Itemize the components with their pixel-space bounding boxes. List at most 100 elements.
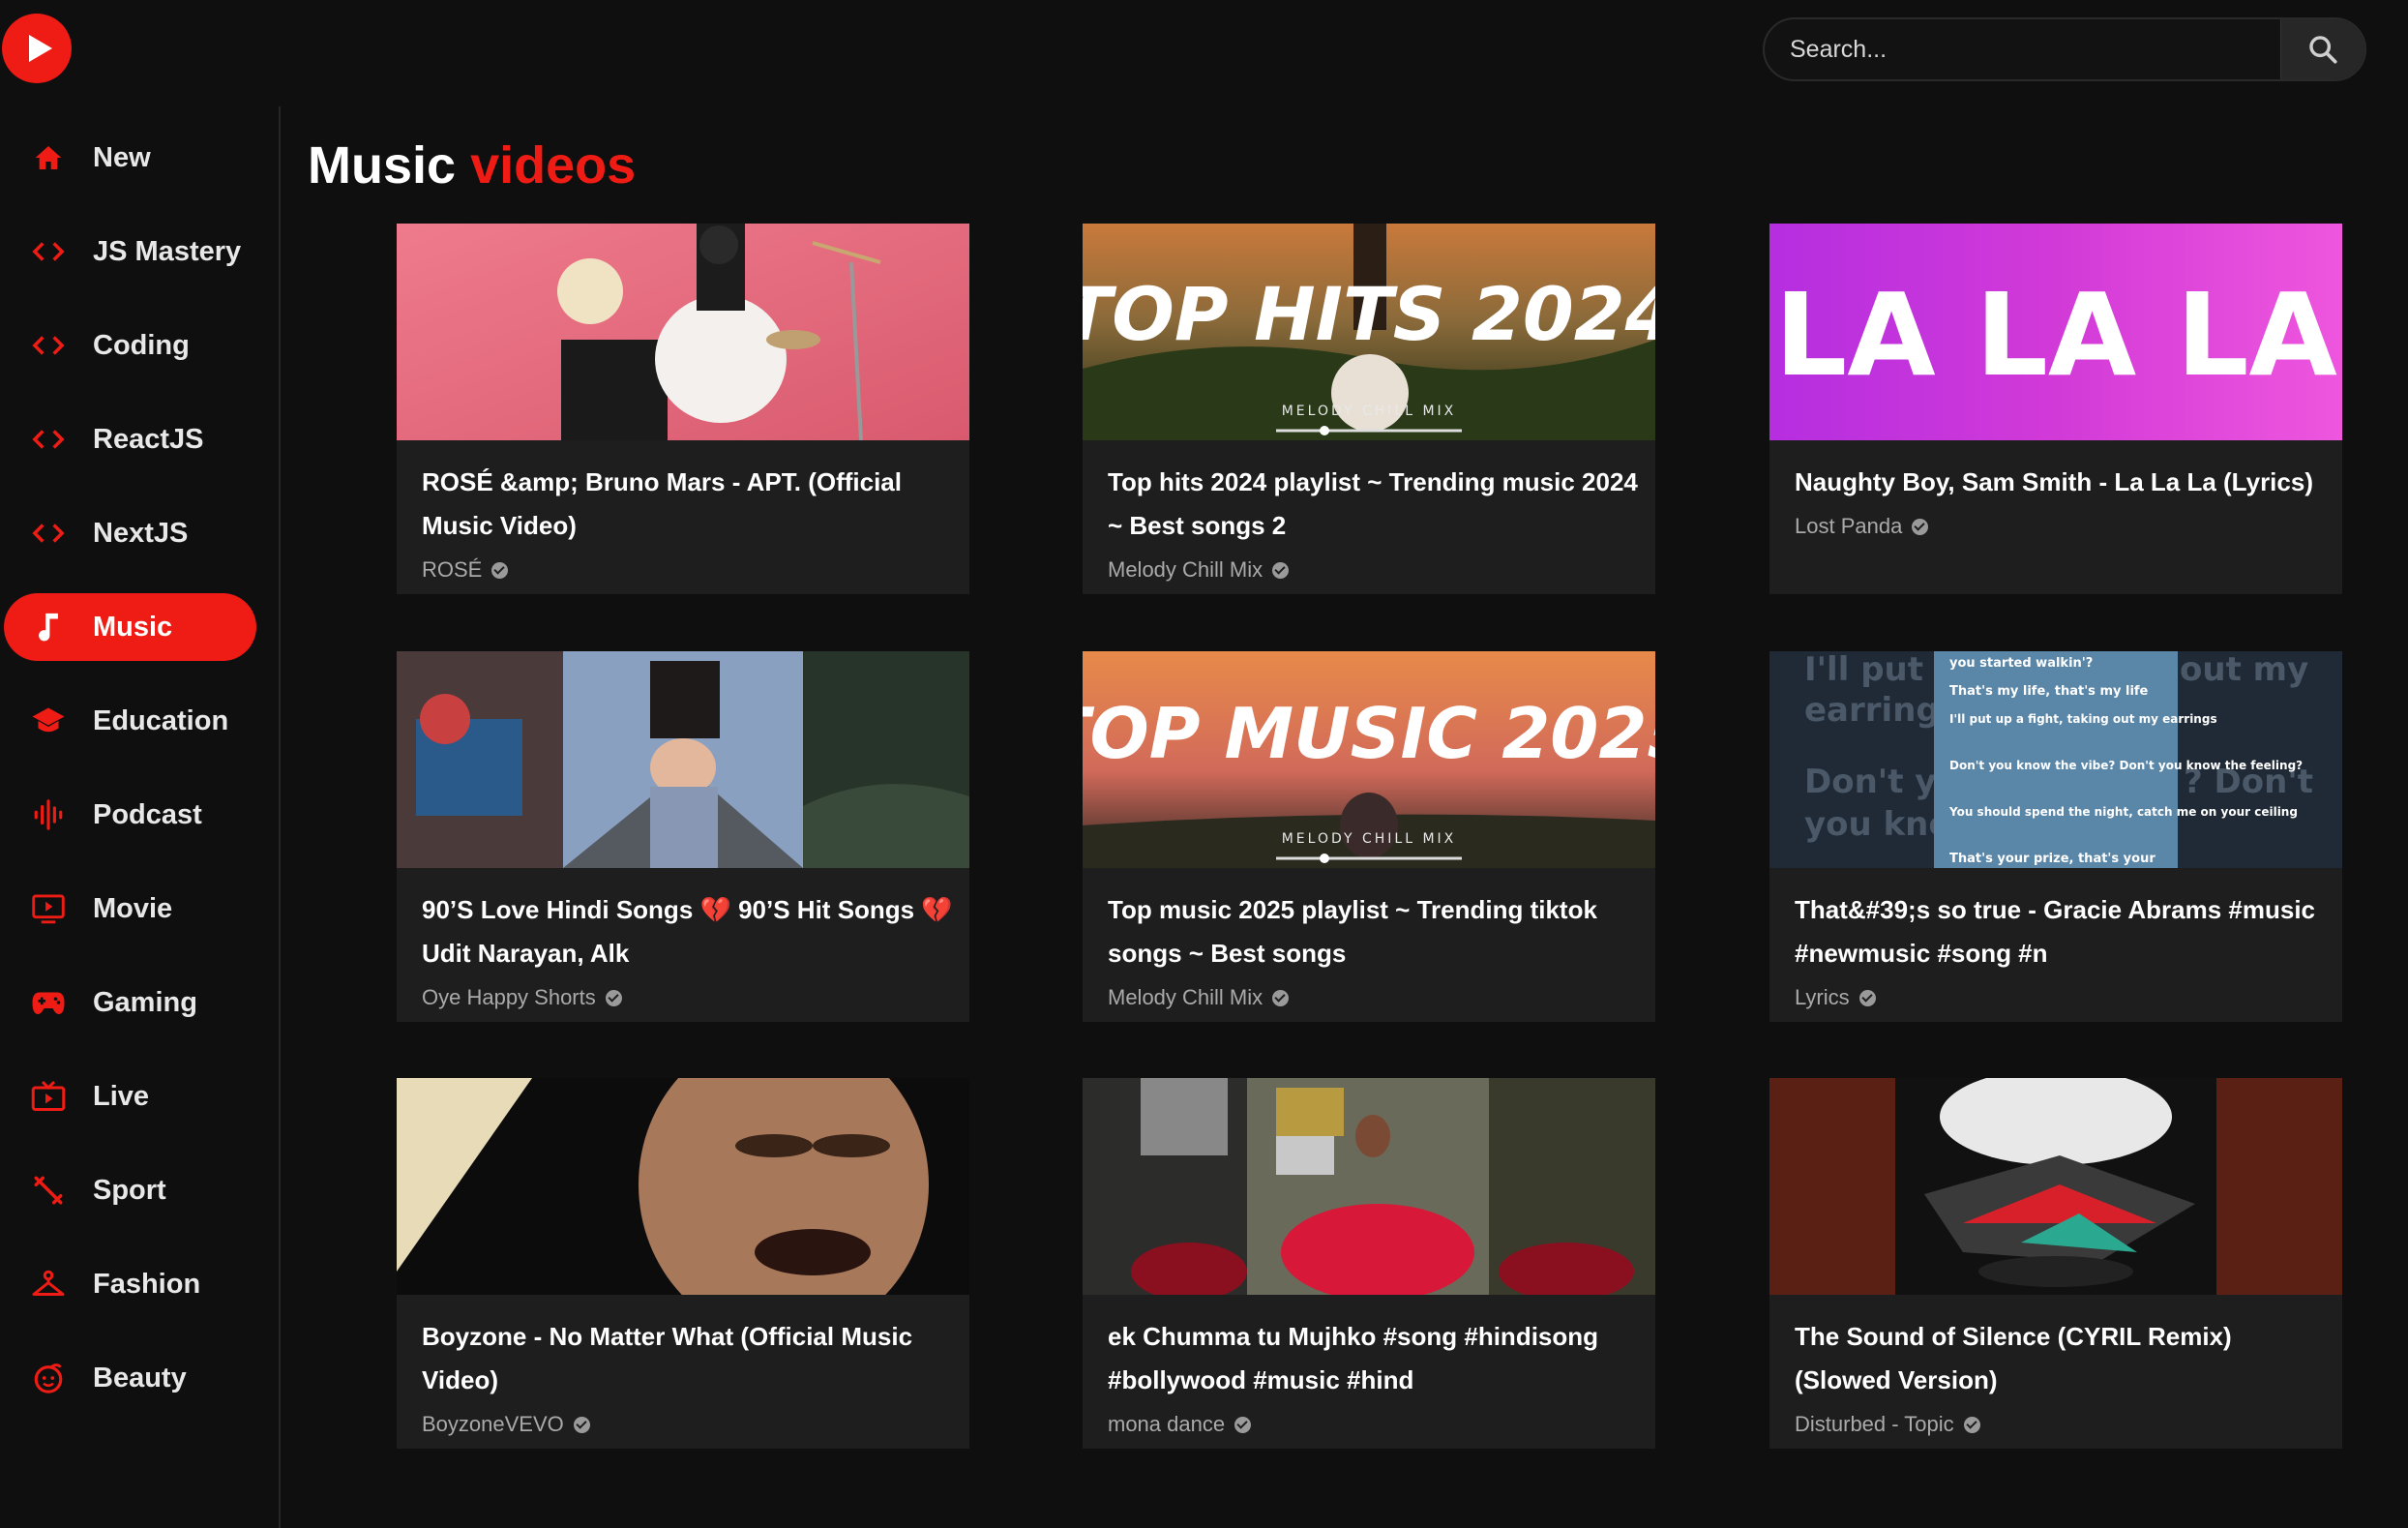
sidebar-item-label: NextJS [93, 517, 189, 549]
broken-heart-icon: 💔 [921, 895, 953, 924]
sidebar-item-movie[interactable]: Movie [4, 875, 256, 943]
sidebar-item-nextjs[interactable]: NextJS [4, 499, 256, 567]
channel-name: Lost Panda [1795, 514, 1903, 538]
thumbnail-bg-word: you kno [1804, 805, 1951, 844]
video-title[interactable]: That&#39;s so true - Gracie Abrams #musi… [1795, 888, 2333, 975]
video-channel[interactable]: Lyrics [1795, 985, 1876, 1010]
video-title[interactable]: Naughty Boy, Sam Smith - La La La (Lyric… [1795, 461, 2333, 504]
verified-check-icon [491, 561, 509, 579]
sidebar-item-education[interactable]: Education [4, 687, 256, 755]
video-channel[interactable]: Oye Happy Shorts [422, 985, 622, 1010]
sidebar-item-label: Movie [93, 892, 173, 924]
thumbnail-subtext: MELODY CHILL MIX [1282, 831, 1457, 847]
video-thumbnail[interactable]: I'll put up out my earrings Don't yo ? D… [1769, 651, 2342, 868]
channel-name: Melody Chill Mix [1108, 557, 1263, 582]
sidebar-item-label: Music [93, 611, 173, 643]
sidebar-item-js-mastery[interactable]: JS Mastery [4, 218, 256, 285]
sport-icon [29, 1171, 68, 1210]
video-channel[interactable]: Lost Panda [1795, 514, 1929, 539]
sidebar-item-fashion[interactable]: Fashion [4, 1250, 256, 1318]
sidebar-item-reactjs[interactable]: ReactJS [4, 405, 256, 473]
search-button[interactable] [2280, 19, 2364, 79]
verified-check-icon [1858, 989, 1876, 1006]
sidebar-item-sport[interactable]: Sport [4, 1156, 256, 1224]
youtube-play-logo-icon [2, 14, 72, 83]
video-card[interactable]: Boyzone - No Matter What (Official Music… [397, 1078, 969, 1449]
video-card[interactable]: LA LA LA Naughty Boy, Sam Smith - La La … [1769, 224, 2342, 594]
video-card[interactable]: TOP MUSIC 2025 MELODY CHILL MIX Top musi… [1083, 651, 1655, 1022]
video-channel[interactable]: Melody Chill Mix [1108, 985, 1290, 1010]
video-channel[interactable]: Disturbed - Topic [1795, 1412, 1980, 1437]
sound-wave-icon [29, 795, 68, 834]
title-part: Udit Narayan, Alk [422, 939, 630, 968]
sidebar-item-label: New [93, 141, 151, 173]
sidebar-item-label: ReactJS [93, 423, 204, 455]
sidebar-item-label: Gaming [93, 986, 197, 1018]
sidebar-item-music[interactable]: Music [4, 593, 256, 661]
video-channel[interactable]: BoyzoneVEVO [422, 1412, 590, 1437]
video-thumbnail[interactable] [397, 1078, 969, 1295]
video-card[interactable]: I'll put up out my earrings Don't yo ? D… [1769, 651, 2342, 1022]
video-thumbnail[interactable] [1769, 1078, 2342, 1295]
video-thumbnail[interactable] [1083, 1078, 1655, 1295]
gamepad-icon [29, 983, 68, 1022]
logo[interactable] [0, 12, 74, 85]
sidebar-item-label: Podcast [93, 798, 202, 830]
video-thumbnail[interactable]: TOP MUSIC 2025 MELODY CHILL MIX [1083, 651, 1655, 868]
hanger-icon [29, 1265, 68, 1303]
thumbnail-lyric-line: That's my life, that's my life [1949, 684, 2149, 699]
sidebar-item-beauty[interactable]: Beauty [4, 1344, 256, 1412]
video-title[interactable]: Top music 2025 playlist ~ Trending tikto… [1108, 888, 1646, 975]
thumbnail-lyric-line: you started walkin'? [1949, 656, 2093, 671]
channel-name: Oye Happy Shorts [422, 985, 596, 1009]
video-channel[interactable]: mona dance [1108, 1412, 1252, 1437]
video-title[interactable]: ROSÉ &amp; Bruno Mars - APT. (Official M… [422, 461, 960, 548]
video-card[interactable]: 90’S Love Hindi Songs 💔 90’S Hit Songs 💔… [397, 651, 969, 1022]
sidebar-item-coding[interactable]: Coding [4, 312, 256, 379]
video-card[interactable]: TOP HITS 2024 MELODY CHILL MIX Top hits … [1083, 224, 1655, 594]
page-title-accent: videos [470, 136, 637, 195]
video-card[interactable]: ek Chumma tu Mujhko #song #hindisong #bo… [1083, 1078, 1655, 1449]
channel-name: ROSÉ [422, 557, 483, 582]
face-icon [29, 1359, 68, 1397]
video-title[interactable]: The Sound of Silence (CYRIL Remix) (Slow… [1795, 1315, 2333, 1402]
video-channel[interactable]: ROSÉ [422, 557, 509, 583]
sidebar-item-label: Beauty [93, 1362, 187, 1393]
sidebar: New JS Mastery Coding ReactJS NextJS Mus… [0, 106, 281, 1528]
channel-name: BoyzoneVEVO [422, 1412, 564, 1436]
thumbnail-text: LA LA LA [1774, 268, 2337, 402]
thumbnail-bg-word: out my [2180, 651, 2308, 689]
thumbnail-subtext: MELODY CHILL MIX [1282, 404, 1457, 419]
play-screen-icon [29, 889, 68, 928]
video-thumbnail[interactable] [397, 224, 969, 440]
code-icon [29, 420, 68, 459]
live-tv-icon [29, 1077, 68, 1116]
video-thumbnail[interactable]: TOP HITS 2024 MELODY CHILL MIX [1083, 224, 1655, 440]
video-thumbnail[interactable] [397, 651, 969, 868]
search-icon [2309, 36, 2337, 64]
thumbnail-lyric-line: I'll put up a fight, taking out my earri… [1949, 712, 2217, 726]
sidebar-item-label: JS Mastery [93, 235, 242, 267]
title-part: 90’S Hit Songs [730, 895, 922, 924]
video-title[interactable]: 90’S Love Hindi Songs 💔 90’S Hit Songs 💔… [422, 888, 960, 975]
thumbnail-lyric-line: Don't you know the vibe? Don't you know … [1949, 759, 2303, 772]
video-thumbnail[interactable]: LA LA LA [1769, 224, 2342, 440]
sidebar-item-new[interactable]: New [4, 124, 256, 192]
sidebar-item-gaming[interactable]: Gaming [4, 969, 256, 1036]
thumbnail-text: TOP HITS 2024 [1083, 271, 1655, 357]
search-input[interactable] [1765, 19, 2280, 79]
video-title[interactable]: Top hits 2024 playlist ~ Trending music … [1108, 461, 1646, 548]
video-card[interactable]: The Sound of Silence (CYRIL Remix) (Slow… [1769, 1078, 2342, 1449]
sidebar-item-label: Fashion [93, 1268, 201, 1300]
video-channel[interactable]: Melody Chill Mix [1108, 557, 1290, 583]
verified-check-icon [1272, 989, 1290, 1006]
video-title[interactable]: Boyzone - No Matter What (Official Music… [422, 1315, 960, 1402]
sidebar-item-live[interactable]: Live [4, 1063, 256, 1130]
channel-name: Melody Chill Mix [1108, 985, 1263, 1009]
verified-check-icon [605, 989, 622, 1006]
video-card[interactable]: ROSÉ &amp; Bruno Mars - APT. (Official M… [397, 224, 969, 594]
sidebar-item-podcast[interactable]: Podcast [4, 781, 256, 849]
video-title[interactable]: ek Chumma tu Mujhko #song #hindisong #bo… [1108, 1315, 1646, 1402]
sidebar-item-label: Live [93, 1080, 150, 1112]
verified-check-icon [1272, 561, 1290, 579]
